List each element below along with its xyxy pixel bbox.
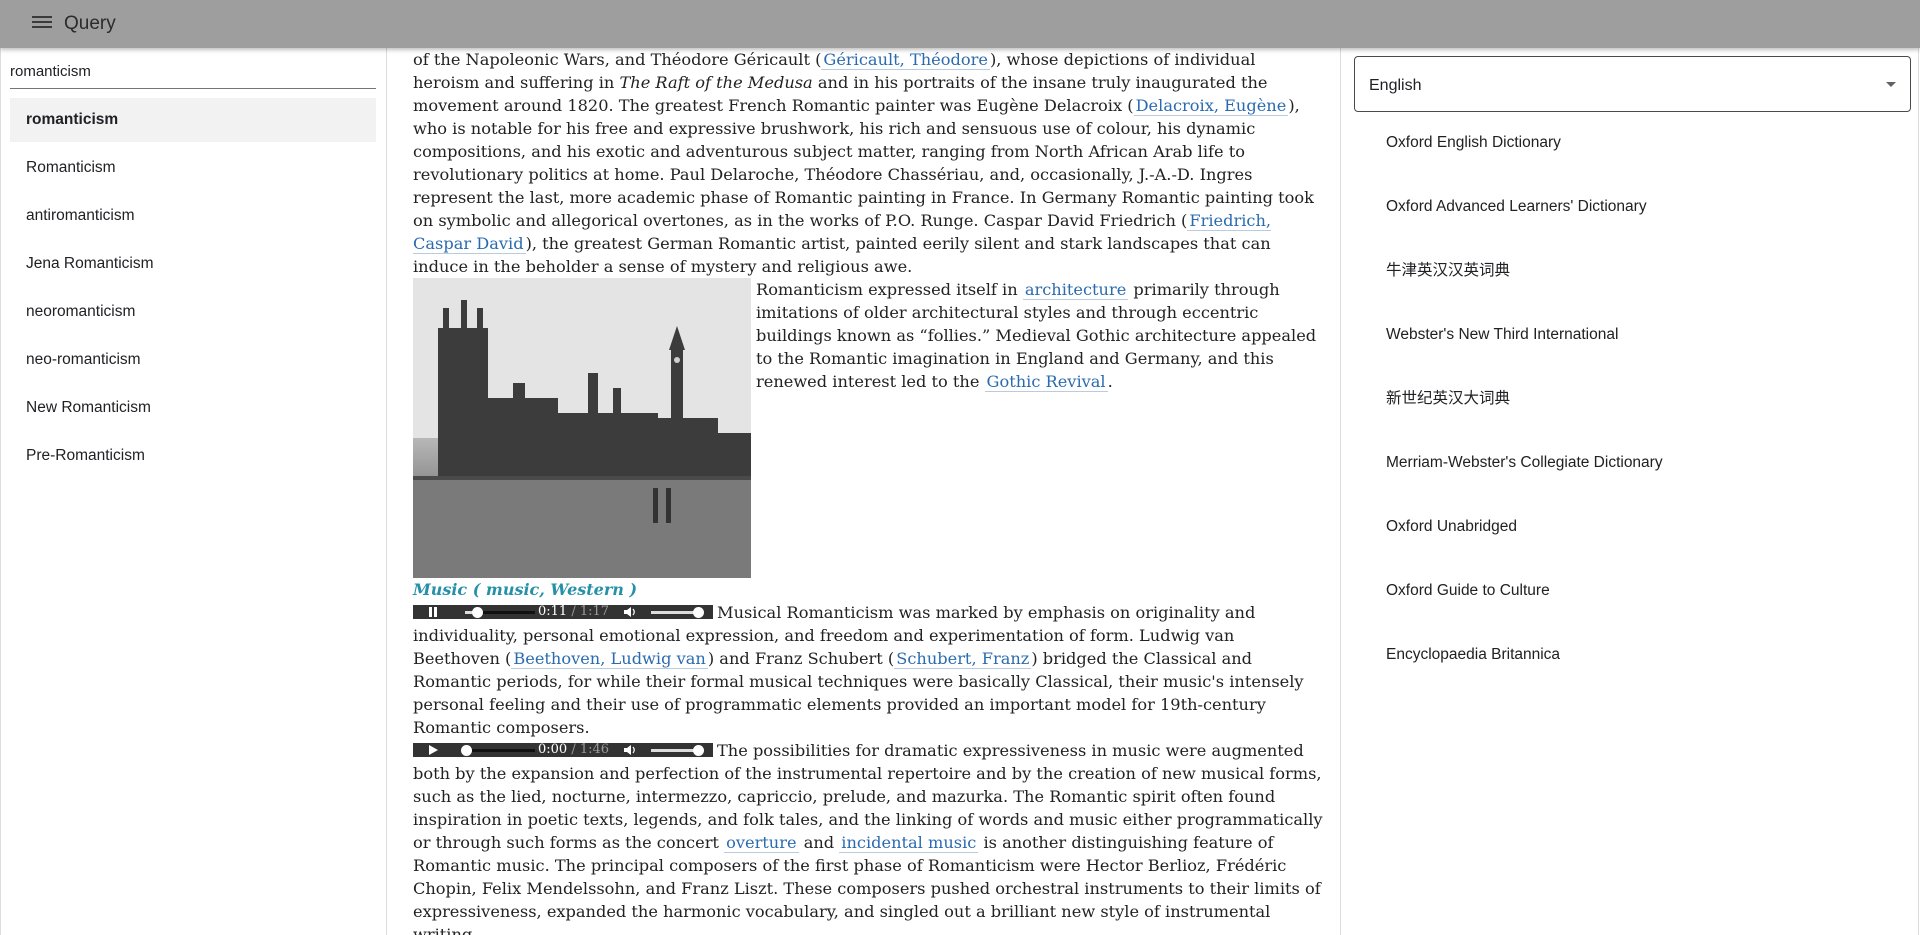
text: of the Napoleonic Wars, and Théodore Gér… [413,50,822,69]
section-heading-music[interactable]: Music ( music, Western ) [413,578,1323,601]
volume-icon[interactable] [623,606,637,618]
dictionary-item[interactable]: Oxford English Dictionary [1386,132,1906,196]
pause-icon[interactable] [427,606,439,618]
westminster-photo [413,278,751,578]
xref-architecture-link[interactable]: architecture [1022,280,1129,300]
italic-title: The Raft of the Medusa [619,73,813,92]
dictionary-item[interactable]: Encyclopaedia Britannica [1386,644,1906,708]
dictionary-item[interactable]: 牛津英汉汉英词典 [1386,260,1906,324]
audio-player[interactable]: 0:11 / 1:17 [413,605,713,619]
language-select-value: English [1369,77,1422,94]
dictionary-item[interactable]: Oxford Guide to Culture [1386,580,1906,644]
text: ), the greatest German Romantic artist, … [413,234,1271,276]
result-item[interactable]: Romanticism [10,146,376,190]
dictionary-item[interactable]: Webster's New Third International [1386,324,1906,388]
volume-knob[interactable] [693,607,704,618]
xref-gericault-link[interactable]: Géricault, Théodore [821,50,990,70]
xref-overture-link[interactable]: overture [724,833,799,853]
left-sidebar: romanticism Romanticism antiromanticism … [0,48,387,935]
menu-icon[interactable] [32,14,52,34]
text: and [798,833,840,852]
article-pane: of the Napoleonic Wars, and Théodore Gér… [388,48,1341,935]
audio-seek-bar[interactable] [461,745,535,756]
play-icon[interactable] [427,744,439,756]
dictionary-item[interactable]: Merriam-Webster's Collegiate Dictionary [1386,452,1906,516]
audio-seek-bar[interactable] [465,607,535,618]
text: Romanticism expressed itself in [756,280,1023,299]
result-item[interactable]: New Romanticism [10,386,376,430]
result-item[interactable]: neo-romanticism [10,338,376,382]
result-item-selected[interactable]: romanticism [10,98,376,142]
paragraph-painting: of the Napoleonic Wars, and Théodore Gér… [413,48,1323,278]
language-select[interactable]: English [1354,56,1911,112]
app-title: Query [64,13,116,34]
xref-incidental-music-link[interactable]: incidental music [839,833,979,853]
text: ), who is notable for his free and expre… [413,96,1314,230]
dictionary-item[interactable]: Oxford Unabridged [1386,516,1906,580]
volume-slider[interactable] [651,749,697,752]
text: ) and Franz Schubert ( [707,649,895,668]
result-item[interactable]: antiromanticism [10,194,376,238]
dictionary-item[interactable]: 新世纪英汉大词典 [1386,388,1906,452]
window-border [1918,48,1919,935]
dictionary-item[interactable]: Oxford Advanced Learners' Dictionary [1386,196,1906,260]
text: . [1107,372,1113,391]
result-item[interactable]: Pre-Romanticism [10,434,376,478]
chevron-down-icon [1886,82,1896,87]
xref-gothic-revival-link[interactable]: Gothic Revival [984,372,1108,392]
result-list: romanticism Romanticism antiromanticism … [10,98,376,482]
volume-icon[interactable] [623,744,637,756]
search-field [10,60,376,89]
xref-delacroix-link[interactable]: Delacroix, Eugène [1133,96,1289,116]
xref-schubert-link[interactable]: Schubert, Franz [894,649,1032,669]
audio-player[interactable]: 0:00 / 1:46 [413,743,713,757]
result-item[interactable]: Jena Romanticism [10,242,376,286]
search-input[interactable] [10,60,376,80]
paragraph-expressiveness: 0:00 / 1:46 The possibilities for dramat… [413,739,1323,935]
xref-beethoven-link[interactable]: Beethoven, Ludwig van [511,649,708,669]
volume-knob[interactable] [693,745,704,756]
audio-time: 0:11 / 1:17 [538,604,610,619]
top-app-bar: Query [0,0,1920,48]
result-item[interactable]: neoromanticism [10,290,376,334]
right-panel: English Oxford English Dictionary Oxford… [1342,48,1920,935]
dictionary-list: Oxford English Dictionary Oxford Advance… [1386,132,1906,708]
audio-time: 0:00 / 1:46 [538,742,610,757]
article-body: of the Napoleonic Wars, and Théodore Gér… [413,48,1323,935]
paragraph-music: 0:11 / 1:17 Musical Romanticism was mark… [413,601,1323,739]
volume-slider[interactable] [651,611,697,614]
